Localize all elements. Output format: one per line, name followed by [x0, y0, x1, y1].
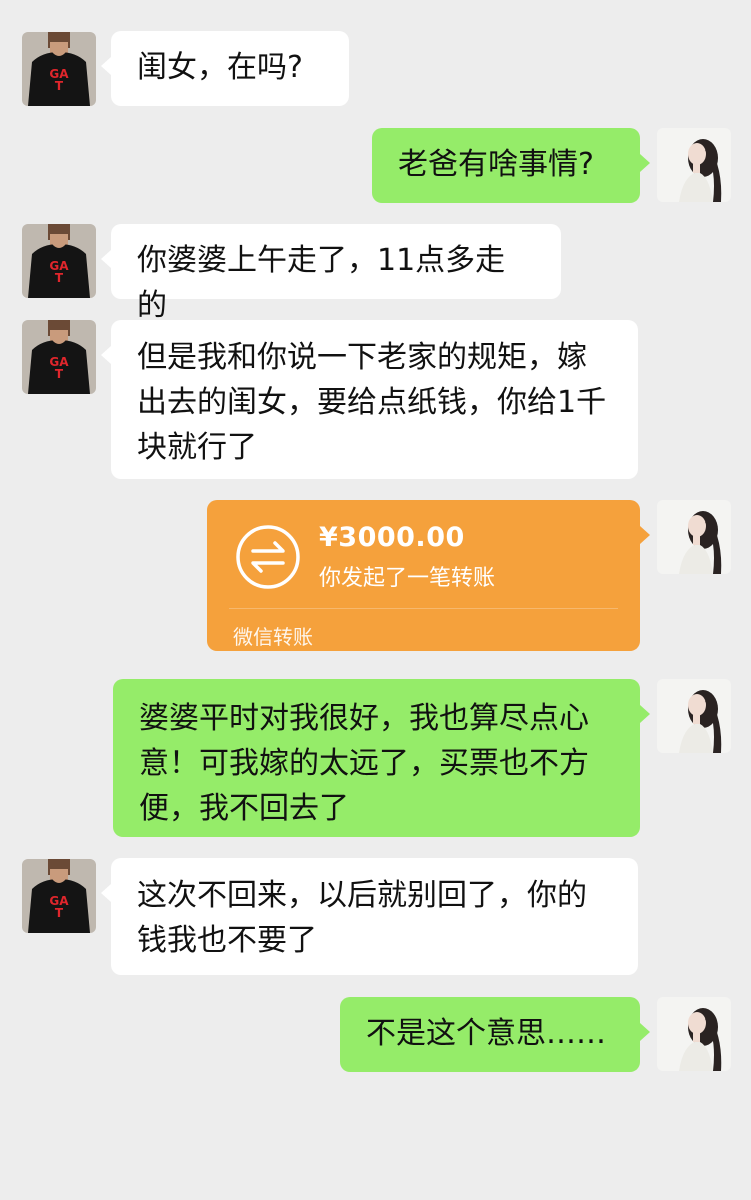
message-text: 但是我和你说一下老家的规矩，嫁出去的闺女，要给点纸钱，你给1千块就行了 [137, 340, 607, 465]
svg-text:T: T [55, 79, 64, 93]
woman-avatar-image [657, 500, 731, 574]
father-avatar[interactable]: GA T [22, 224, 96, 298]
transfer-description: 你发起了一笔转账 [319, 566, 496, 591]
message-bubble[interactable]: 但是我和你说一下老家的规矩，嫁出去的闺女，要给点纸钱，你给1千块就行了 [101, 320, 638, 479]
woman-avatar-image [657, 128, 731, 202]
woman-avatar-image [657, 679, 731, 753]
message-bubble[interactable]: 闺女，在吗? [101, 31, 349, 106]
svg-text:T: T [55, 906, 64, 920]
man-avatar-image: GA T [22, 859, 96, 933]
transfer-arrows-icon [236, 525, 300, 589]
message-bubble[interactable]: 不是这个意思…… [340, 997, 650, 1072]
message-bubble[interactable]: 这次不回来，以后就别回了，你的钱我也不要了 [101, 858, 638, 975]
message-bubble[interactable]: 你婆婆上午走了，11点多走的 [101, 224, 561, 323]
message-bubble[interactable]: 老爸有啥事情? [372, 128, 650, 203]
message-text: 闺女，在吗? [137, 50, 303, 85]
self-avatar[interactable] [657, 500, 731, 574]
self-avatar[interactable] [657, 679, 731, 753]
svg-text:T: T [55, 271, 64, 285]
message-text: 不是这个意思…… [366, 1016, 606, 1051]
svg-text:T: T [55, 367, 64, 381]
message-bubble[interactable]: 婆婆平时对我很好，我也算尽点心意！可我嫁的太远了，买票也不方便，我不回去了 [113, 679, 650, 837]
transfer-card[interactable]: ¥3000.00 你发起了一笔转账 微信转账 [207, 500, 650, 651]
man-avatar-image: GA T [22, 320, 96, 394]
woman-avatar-image [657, 997, 731, 1071]
message-text: 婆婆平时对我很好，我也算尽点心意！可我嫁的太远了，买票也不方便，我不回去了 [139, 701, 589, 826]
message-text: 这次不回来，以后就别回了，你的钱我也不要了 [137, 878, 587, 958]
father-avatar[interactable]: GA T [22, 320, 96, 394]
father-avatar[interactable]: GA T [22, 32, 96, 106]
chat-window: GA T 闺女，在吗? 老爸有啥事情? GA T 你婆婆上午走了，11点多走的 … [0, 0, 751, 1200]
man-avatar-image: GA T [22, 32, 96, 106]
transfer-amount: ¥3000.00 [319, 522, 465, 553]
self-avatar[interactable] [657, 128, 731, 202]
message-text: 你婆婆上午走了，11点多走的 [137, 243, 506, 323]
man-avatar-image: GA T [22, 224, 96, 298]
transfer-footer-label: 微信转账 [233, 625, 313, 649]
father-avatar[interactable]: GA T [22, 859, 96, 933]
message-text: 老爸有啥事情? [398, 147, 594, 182]
transfer-divider [229, 608, 618, 609]
self-avatar[interactable] [657, 997, 731, 1071]
